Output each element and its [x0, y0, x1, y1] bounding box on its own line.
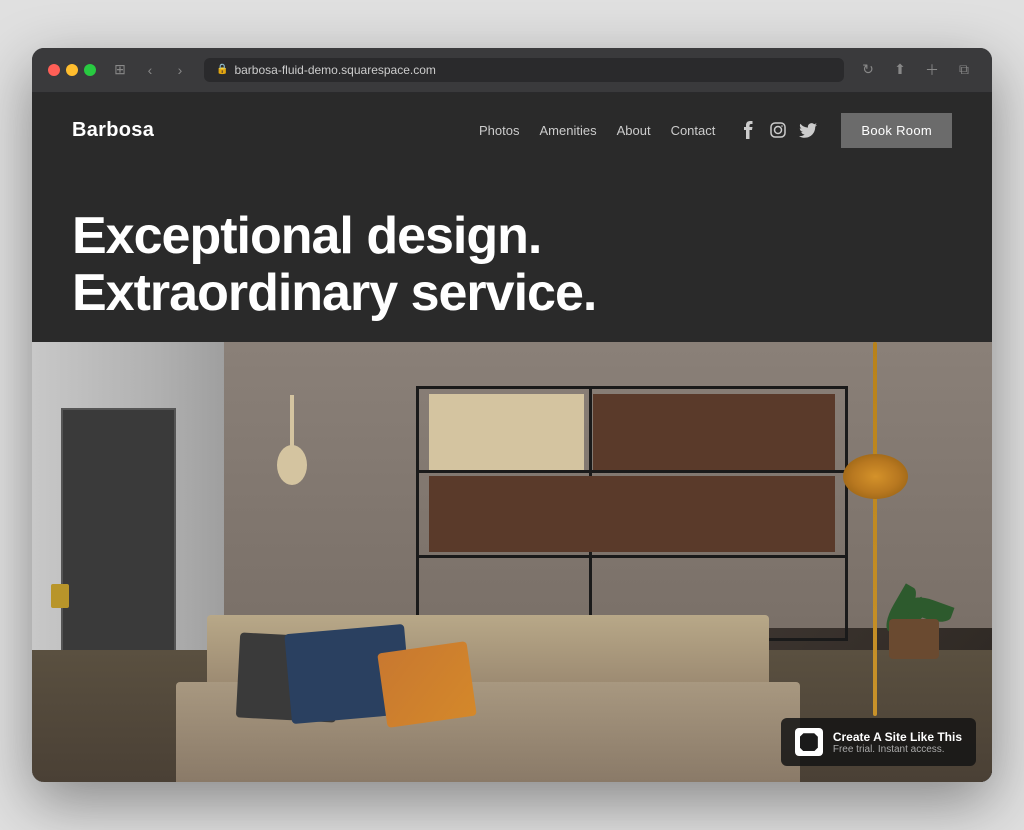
- share-button[interactable]: ⬆: [888, 58, 912, 82]
- squarespace-logo: [795, 728, 823, 756]
- shelf-panel-dark-1: [593, 394, 835, 471]
- hero-title-line1: Exceptional design.: [72, 208, 952, 265]
- browser-window: ⊞ ‹ › 🔒 barbosa-fluid-demo.squarespace.c…: [32, 48, 992, 782]
- plant-leaves: [874, 544, 954, 624]
- nav-link-photos[interactable]: Photos: [479, 123, 519, 138]
- url-text: barbosa-fluid-demo.squarespace.com: [234, 63, 435, 77]
- lock-icon: 🔒: [216, 64, 228, 75]
- shelving-unit: [416, 386, 848, 641]
- nav-right: Photos Amenities About Contact: [479, 113, 952, 148]
- hero-title-line2: Extraordinary service.: [72, 265, 952, 322]
- new-tab-button[interactable]: ＋: [920, 58, 944, 82]
- floor-lamp: [873, 342, 877, 716]
- squarespace-badge[interactable]: Create A Site Like This Free trial. Inst…: [781, 718, 976, 766]
- navigation: Barbosa Photos Amenities About Contact: [32, 93, 992, 168]
- room-scene: Create A Site Like This Free trial. Inst…: [32, 342, 992, 782]
- squarespace-logo-mark: [800, 733, 818, 751]
- tab-overview-button[interactable]: ⧉: [952, 58, 976, 82]
- plant-pot: [889, 619, 939, 659]
- browser-controls: ⊞ ‹ ›: [108, 58, 192, 82]
- plant: [874, 539, 954, 659]
- back-button[interactable]: ‹: [138, 58, 162, 82]
- traffic-lights: [48, 64, 96, 76]
- lamp-head: [843, 454, 908, 499]
- minimize-button[interactable]: [66, 64, 78, 76]
- reload-button[interactable]: ↻: [856, 58, 880, 82]
- forward-button[interactable]: ›: [168, 58, 192, 82]
- browser-right-controls: ↻ ⬆ ＋ ⧉: [856, 58, 976, 82]
- hero-image: Create A Site Like This Free trial. Inst…: [32, 342, 992, 782]
- sidebar-toggle[interactable]: ⊞: [108, 58, 132, 82]
- badge-sub-text: Free trial. Instant access.: [833, 744, 962, 755]
- hero-section: Exceptional design. Extraordinary servic…: [32, 168, 992, 782]
- address-bar[interactable]: 🔒 barbosa-fluid-demo.squarespace.com: [204, 58, 844, 82]
- badge-text-block: Create A Site Like This Free trial. Inst…: [833, 730, 962, 755]
- browser-chrome: ⊞ ‹ › 🔒 barbosa-fluid-demo.squarespace.c…: [32, 48, 992, 93]
- nav-link-about[interactable]: About: [617, 123, 651, 138]
- badge-main-text: Create A Site Like This: [833, 730, 962, 744]
- book-room-button[interactable]: Book Room: [841, 113, 952, 148]
- nav-link-contact[interactable]: Contact: [671, 123, 716, 138]
- wall-accent: [51, 584, 69, 608]
- site-logo[interactable]: Barbosa: [72, 119, 154, 142]
- hero-text: Exceptional design. Extraordinary servic…: [32, 168, 992, 322]
- wall-decoration: [262, 395, 322, 475]
- shelf-h2: [416, 555, 848, 558]
- shelf-h1: [416, 470, 848, 473]
- twitter-icon[interactable]: [799, 121, 817, 139]
- nav-link-amenities[interactable]: Amenities: [540, 123, 597, 138]
- nav-links: Photos Amenities About Contact: [479, 123, 715, 138]
- sofa: [176, 615, 800, 782]
- shelf-panel-dark-2: [429, 476, 835, 553]
- instagram-icon[interactable]: [769, 121, 787, 139]
- nav-social: [739, 121, 817, 139]
- pillow-orange: [377, 641, 477, 728]
- facebook-icon[interactable]: [739, 121, 757, 139]
- hero-title: Exceptional design. Extraordinary servic…: [72, 208, 952, 322]
- shelf-panel-light-1: [429, 394, 585, 471]
- maximize-button[interactable]: [84, 64, 96, 76]
- website-content: Barbosa Photos Amenities About Contact: [32, 93, 992, 782]
- close-button[interactable]: [48, 64, 60, 76]
